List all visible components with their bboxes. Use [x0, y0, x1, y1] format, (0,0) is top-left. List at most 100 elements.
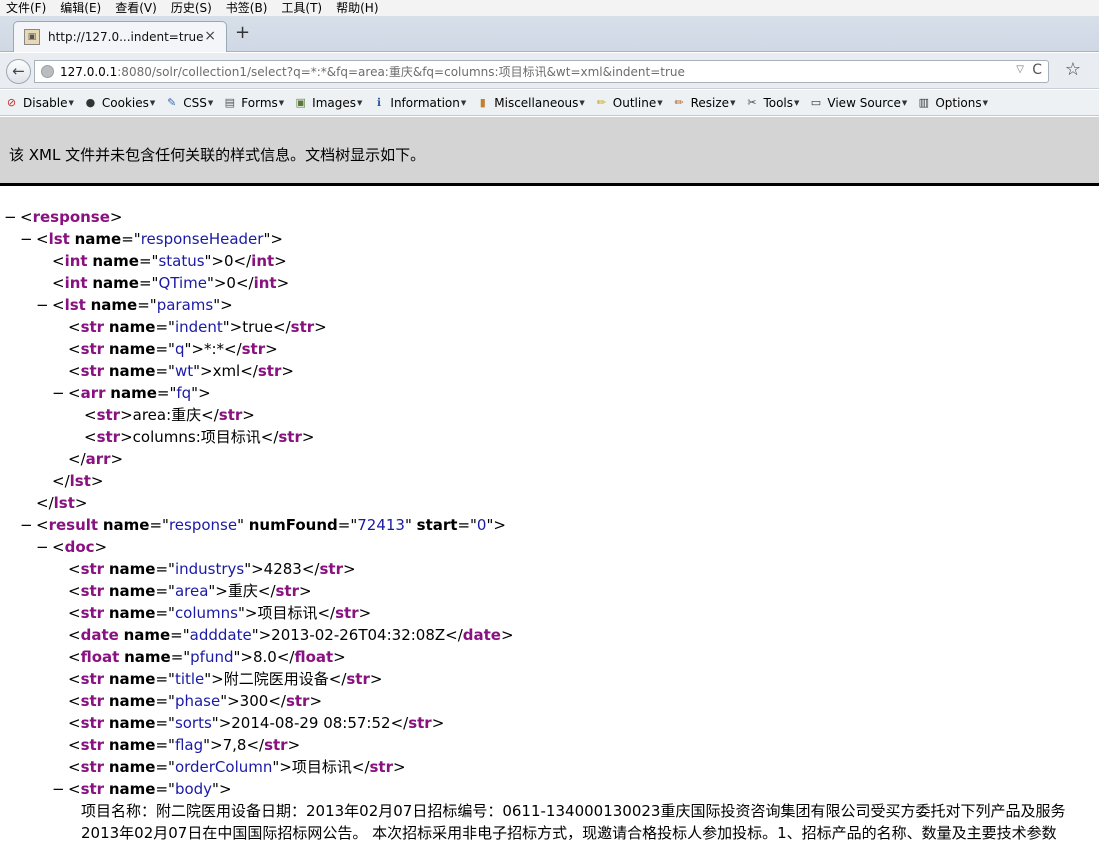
xml-pun: >	[500, 626, 514, 644]
xml-tag: int	[251, 252, 275, 270]
back-button[interactable]: ←	[6, 59, 31, 84]
devbar-item-images[interactable]: ▣ Images ▼	[293, 95, 362, 110]
xml-pun: ="	[155, 362, 175, 380]
xml-tag: result	[48, 516, 99, 534]
xml-pun: </	[68, 450, 86, 468]
xml-txt: 项目标讯	[291, 758, 352, 776]
url-history-dropdown-icon[interactable]: ▽	[1016, 64, 1024, 75]
devbar-item-label: Tools	[763, 95, 794, 110]
devbar-item-view-source[interactable]: ▭ View Source ▼	[808, 95, 908, 110]
dropdown-caret-icon: ▼	[207, 98, 214, 107]
dropdown-caret-icon: ▼	[730, 98, 736, 107]
xml-pun: ">	[237, 604, 258, 622]
devbar-item-tools[interactable]: ✂ Tools ▼	[744, 95, 799, 110]
xml-pun: </	[36, 494, 54, 512]
xml-tag: float	[294, 648, 334, 666]
xml-pun: >	[301, 428, 315, 446]
devbar-item-information[interactable]: ℹ Information ▼	[371, 95, 466, 110]
xml-node: <doc>	[52, 536, 107, 558]
devbar-item-outline[interactable]: ✏ Outline ▼	[594, 95, 663, 110]
menu-item[interactable]: 书签(B)	[226, 0, 282, 16]
menu-item[interactable]: 编辑(E)	[60, 0, 115, 16]
menu-item[interactable]: 查看(V)	[115, 0, 171, 16]
menu-item[interactable]: 文件(F)	[6, 0, 60, 16]
collapse-toggle-icon[interactable]: −	[36, 536, 49, 558]
xml-pun: >	[120, 406, 133, 424]
xml-node: <lst name="responseHeader">	[36, 228, 283, 250]
url-bar[interactable]: 127.0.0.1:8080/solr/collection1/select?q…	[34, 60, 1049, 83]
xml-txt: true	[242, 318, 274, 336]
collapse-toggle-icon[interactable]: −	[52, 778, 65, 800]
xml-node: <str name="orderColumn">项目标讯</str>	[68, 756, 406, 778]
xml-pun: ="	[155, 736, 175, 754]
xml-pun: <	[52, 538, 65, 556]
xml-val: body	[174, 780, 213, 798]
xml-tag: str	[80, 758, 105, 776]
bookmark-star-icon[interactable]: ☆	[1065, 61, 1081, 79]
disable-icon: ⊘	[6, 96, 17, 109]
xml-pun: ="	[337, 516, 358, 534]
dropdown-caret-icon: ▼	[149, 98, 156, 107]
xml-pun: ="	[156, 384, 177, 402]
devbar-item-label: CSS	[183, 95, 207, 110]
xml-pun: <	[68, 362, 81, 380]
xml-pun: ">	[263, 230, 283, 248]
devbar-item-forms[interactable]: ▤ Forms ▼	[222, 95, 285, 110]
xml-tag: str	[285, 692, 310, 710]
dropdown-caret-icon: ▼	[68, 98, 74, 107]
devbar-item-label: Images	[312, 95, 357, 110]
xml-tree: − <response> − <lst name="responseHeader"> <…	[0, 206, 1099, 850]
xml-tag: str	[290, 318, 315, 336]
collapse-toggle-icon[interactable]: −	[4, 206, 17, 228]
collapse-toggle-icon[interactable]: −	[52, 382, 65, 404]
xml-tag: str	[80, 362, 105, 380]
resize-icon: ✏	[674, 96, 684, 109]
dropdown-caret-icon: ▼	[657, 98, 663, 107]
tab-active[interactable]: ▣ http://127.0...indent=true ×	[13, 21, 227, 52]
xml-tag: str	[218, 406, 243, 424]
xml-val: fq	[176, 384, 192, 402]
devbar-item-miscellaneous[interactable]: ▮ Miscellaneous ▼	[475, 95, 585, 110]
devbar-item-disable[interactable]: ⊘ Disable ▼	[4, 95, 74, 110]
collapse-toggle-icon[interactable]: −	[20, 514, 33, 536]
xml-pun: <	[52, 274, 65, 292]
xml-val: sorts	[174, 714, 212, 732]
xml-pun: <	[36, 516, 49, 534]
xml-pun: >	[265, 340, 278, 358]
xml-pun: >	[287, 736, 301, 754]
xml-txt: xml	[212, 362, 241, 380]
xml-pun: <	[68, 604, 81, 622]
close-tab-icon[interactable]: ×	[204, 29, 216, 43]
collapse-toggle-icon[interactable]: −	[20, 228, 33, 250]
cookies-icon: ●	[85, 96, 96, 109]
xml-node: <str name="industrys">4283</str>	[68, 558, 356, 580]
xml-txt: 重庆	[227, 582, 258, 600]
body-text-line: 2013年02月07日在中国国际招标网公告。 本次招标采用非电子招标方式，现邀请…	[81, 824, 1057, 842]
xml-val: phase	[174, 692, 221, 710]
dropdown-caret-icon: ▼	[901, 98, 908, 107]
xml-pun: ">	[211, 714, 232, 732]
devbar-item-css[interactable]: ✎ CSS ▼	[164, 95, 213, 110]
menu-item[interactable]: 帮助(H)	[336, 0, 392, 16]
xml-pun: ">	[193, 362, 213, 380]
xml-attr: name	[108, 692, 156, 710]
xml-tag: str	[80, 714, 105, 732]
xml-pun: <	[84, 406, 97, 424]
devbar-item-resize[interactable]: ✏ Resize ▼	[672, 95, 736, 110]
xml-attr: name	[92, 274, 139, 292]
new-tab-button[interactable]: +	[235, 24, 250, 42]
xml-pun: >	[281, 362, 294, 380]
xml-pun: ="	[457, 516, 477, 534]
devbar-item-cookies[interactable]: ● Cookies ▼	[83, 95, 156, 110]
xml-pun: </	[240, 362, 258, 380]
xml-attr: name	[108, 714, 156, 732]
menu-item[interactable]: 工具(T)	[281, 0, 336, 16]
xml-tag: str	[80, 318, 105, 336]
xml-pun: <	[68, 626, 81, 644]
devbar-item-options[interactable]: ▥ Options ▼	[916, 95, 988, 110]
reload-icon[interactable]: C	[1032, 62, 1042, 78]
collapse-toggle-icon[interactable]: −	[36, 294, 49, 316]
xml-pun: ">	[204, 252, 224, 270]
xml-txt: 7,8	[222, 736, 247, 754]
menu-item[interactable]: 历史(S)	[171, 0, 226, 16]
